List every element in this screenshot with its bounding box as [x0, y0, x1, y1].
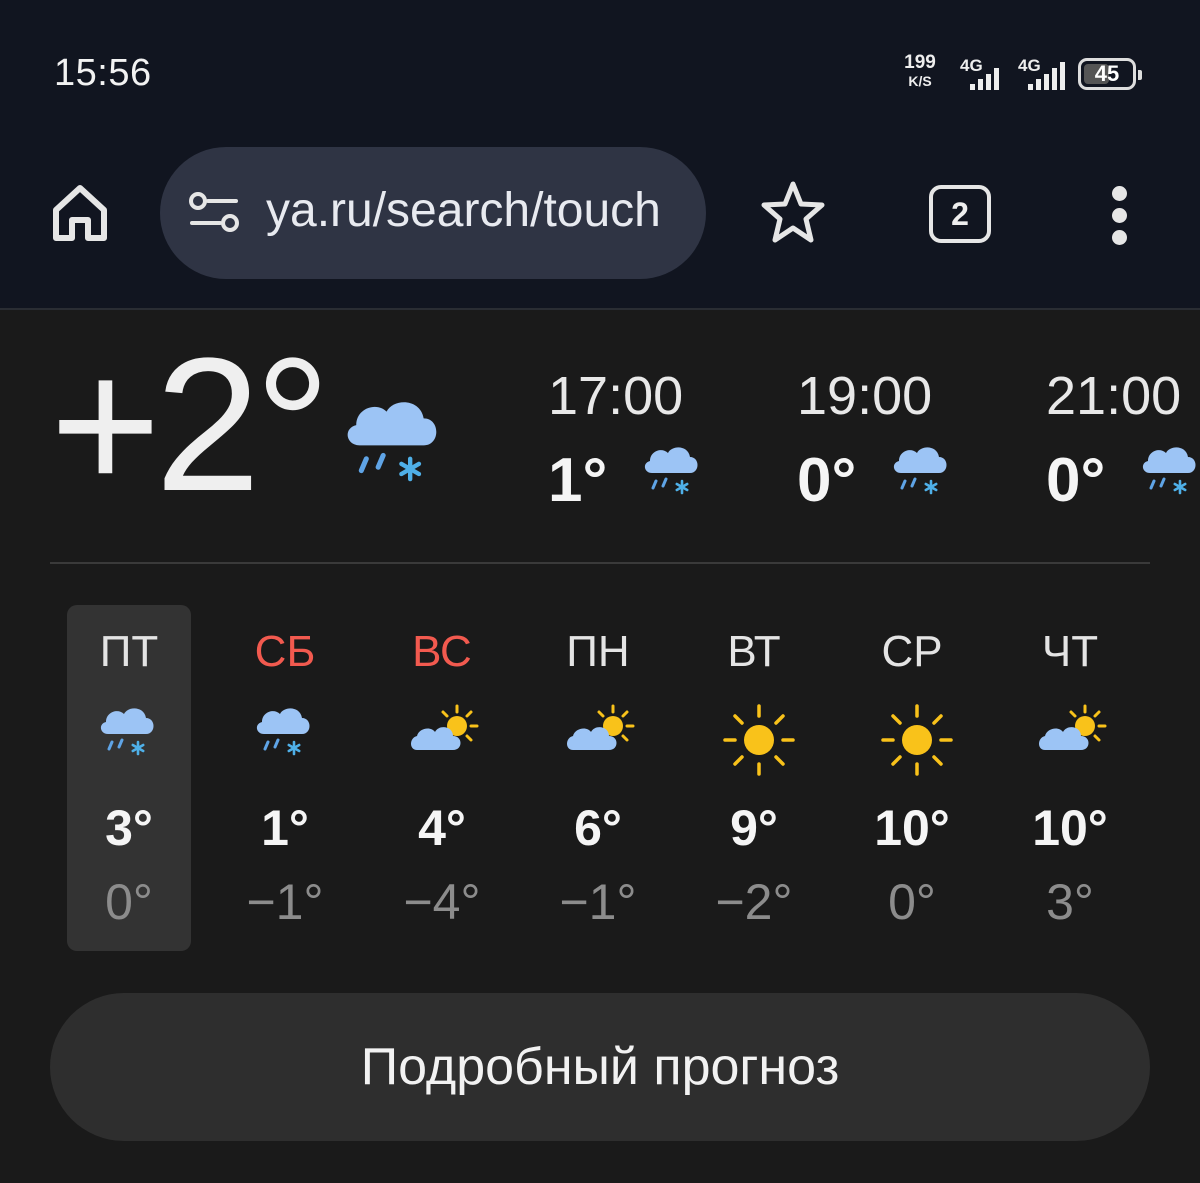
day-max-temp: 10° [1032, 800, 1108, 856]
day-name: ЧТ [1041, 627, 1099, 676]
day-min-temp: −1° [559, 874, 637, 930]
address-bar[interactable]: ya.ru/search/touch [160, 147, 706, 279]
day-min-temp: 0° [105, 874, 153, 930]
rain-snow-cloud-icon [638, 439, 708, 509]
hourly-temp: 0° [797, 446, 857, 515]
rain-snow-cloud-icon [887, 439, 957, 509]
day-min-temp: −2° [715, 874, 793, 930]
hourly-temp: 0° [1046, 446, 1106, 515]
battery-level: 45 [1094, 61, 1120, 86]
day-name: ВС [412, 627, 472, 676]
url-text[interactable]: ya.ru/search/touch [266, 183, 676, 238]
hourly-temp: 1° [548, 446, 608, 515]
day-min-temp: 0° [888, 874, 936, 930]
divider [50, 562, 1150, 564]
tune-icon [189, 192, 239, 232]
overflow-menu-button[interactable] [1100, 180, 1140, 250]
site-settings-button[interactable] [188, 191, 240, 235]
hourly-time: 19:00 [797, 366, 933, 426]
day-item-tue[interactable]: ВТ 9° −2° [692, 605, 816, 951]
network-speed: 199 K/S [900, 52, 940, 90]
day-max-temp: 6° [574, 800, 622, 856]
day-max-temp: 4° [418, 800, 466, 856]
day-min-temp: −1° [246, 874, 324, 930]
day-max-temp: 1° [261, 800, 309, 856]
day-item-thu[interactable]: ЧТ 10° 3° [1008, 605, 1132, 951]
day-name: СБ [254, 627, 316, 676]
partly-cloudy-icon [563, 700, 635, 770]
daily-forecast: ПТ 3° 0° СБ 1° −1° ВС 4° −4° ПН 6° −1° В… [0, 605, 1200, 955]
rain-snow-cloud-icon [1136, 439, 1200, 509]
star-icon [761, 181, 825, 243]
day-name: ВТ [727, 627, 781, 676]
day-max-temp: 10° [874, 800, 950, 856]
home-button[interactable] [48, 180, 112, 244]
network-speed-unit: K/S [908, 73, 932, 89]
day-item-sat[interactable]: СБ 1° −1° [223, 605, 347, 951]
detailed-forecast-button[interactable]: Подробный прогноз [50, 993, 1150, 1141]
sun-icon [877, 700, 953, 776]
status-time: 15:56 [54, 52, 152, 94]
day-name: ПН [566, 627, 630, 676]
rain-snow-cloud-icon [336, 388, 454, 506]
day-item-sun[interactable]: ВС 4° −4° [380, 605, 504, 951]
browser-toolbar: ya.ru/search/touch 2 [0, 147, 1200, 310]
rain-snow-cloud-icon [94, 700, 164, 770]
day-min-temp: 3° [1046, 874, 1094, 930]
hourly-time: 17:00 [548, 366, 684, 426]
bookmark-button[interactable] [758, 178, 828, 248]
hourly-time: 21:00 [1046, 366, 1182, 426]
home-icon [53, 185, 107, 241]
day-name: ПТ [99, 627, 159, 676]
battery-icon: 45 [1078, 58, 1142, 90]
sun-icon [719, 700, 795, 776]
weather-widget: +2° 17:00 1° 19:00 0° 21:00 0° ПТ 3° 0° … [0, 310, 1200, 1183]
day-item-fri[interactable]: ПТ 3° 0° [67, 605, 191, 951]
day-max-temp: 3° [105, 800, 153, 856]
day-name: СР [881, 627, 943, 676]
rain-snow-cloud-icon [250, 700, 320, 770]
signal-icon-2: 4G [1018, 56, 1076, 92]
day-item-wed[interactable]: СР 10° 0° [850, 605, 974, 951]
status-bar: 15:56 199 K/S 4G 4G 45 [0, 0, 1200, 150]
day-min-temp: −4° [403, 874, 481, 930]
partly-cloudy-icon [407, 700, 479, 770]
partly-cloudy-icon [1035, 700, 1107, 770]
signal-icon: 4G [960, 56, 1018, 92]
day-item-mon[interactable]: ПН 6° −1° [536, 605, 660, 951]
network-speed-value: 199 [904, 52, 936, 73]
day-max-temp: 9° [730, 800, 778, 856]
current-temperature: +2° [50, 319, 331, 531]
tabs-button[interactable]: 2 [929, 185, 991, 243]
